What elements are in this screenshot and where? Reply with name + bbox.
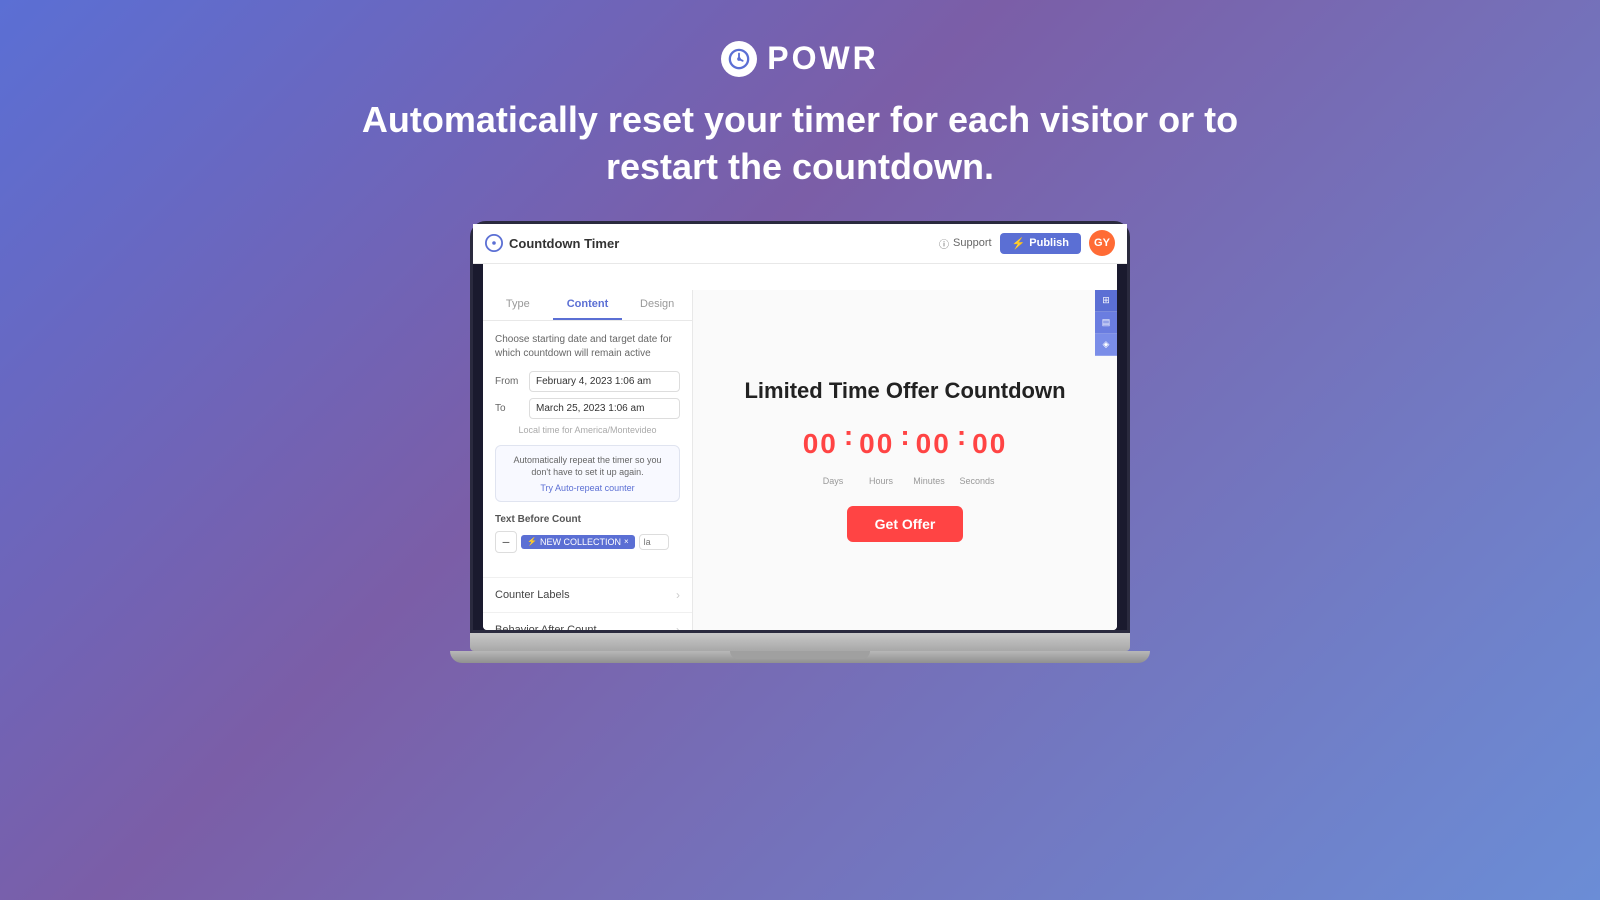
publish-button[interactable]: ⚡ Publish	[1000, 250, 1081, 254]
text-before-label: Text Before Count	[495, 514, 680, 525]
app-topbar-left: Countdown Timer	[485, 250, 619, 253]
panel-content: Choose starting date and target date for…	[483, 321, 692, 577]
days-group: 00	[803, 428, 838, 460]
hours-label: Hours	[857, 476, 905, 486]
collection-tag: ⚡ NEW COLLECTION ×	[521, 535, 635, 549]
countdown-preview: Limited Time Offer Countdown 00 : 00 :	[724, 358, 1085, 562]
behavior-after-count-row[interactable]: Behavior After Count ›	[483, 612, 692, 630]
counter-labels-chevron: ›	[676, 588, 680, 602]
behavior-after-chevron: ›	[676, 623, 680, 630]
tab-design[interactable]: Design	[622, 290, 692, 320]
seconds-label: Seconds	[953, 476, 1001, 486]
tab-content[interactable]: Content	[553, 290, 623, 320]
laptop-screen-outer: Countdown Timer ⓘ Support ⚡ Publish GY	[470, 221, 1130, 633]
sep-2: :	[900, 420, 909, 452]
app-title: Countdown Timer	[509, 250, 619, 251]
user-avatar[interactable]: GY	[1089, 250, 1115, 257]
hours-group: 00	[859, 428, 894, 460]
counter-labels-row[interactable]: Counter Labels ›	[483, 577, 692, 612]
tagline: Automatically reset your timer for each …	[362, 97, 1238, 191]
days-label: Days	[809, 476, 857, 486]
app-logo-icon	[485, 250, 503, 253]
laptop-bottom	[450, 651, 1150, 663]
brand-icon	[721, 41, 757, 77]
timezone-label: Local time for America/Montevideo	[495, 425, 680, 435]
auto-repeat-link[interactable]: Try Auto-repeat counter	[504, 483, 671, 493]
minutes-value: 00	[916, 428, 951, 459]
sep-3: :	[957, 420, 966, 452]
support-button[interactable]: ⓘ Support	[939, 250, 992, 251]
seconds-group: 00	[972, 428, 1007, 460]
right-icon-3[interactable]: ◈	[1095, 334, 1117, 356]
counter-labels-label: Counter Labels	[495, 589, 570, 601]
text-before-input-row: − ⚡ NEW COLLECTION ×	[495, 531, 680, 553]
from-label: From	[495, 376, 523, 387]
laptop-base	[470, 633, 1130, 651]
brand-container: POWR	[721, 40, 879, 77]
tagline-line1: Automatically reset your timer for each …	[362, 99, 1238, 140]
seconds-value: 00	[972, 428, 1007, 459]
laptop-stand	[730, 651, 870, 659]
to-label: To	[495, 403, 523, 414]
get-offer-button[interactable]: Get Offer	[847, 506, 964, 542]
brand-name: POWR	[767, 40, 879, 77]
auto-repeat-box: Automatically repeat the timer so you do…	[495, 445, 680, 502]
auto-repeat-text: Automatically repeat the timer so you do…	[504, 454, 671, 479]
right-sidebar-icons: ⊞ ▤ ◈	[1095, 290, 1117, 356]
right-icon-2[interactable]: ▤	[1095, 312, 1117, 334]
from-date-field: From	[495, 371, 680, 392]
left-panel: Type Content Design Choose starting date…	[483, 290, 693, 630]
app-topbar-right: ⓘ Support ⚡ Publish GY	[939, 250, 1115, 257]
app-topbar: Countdown Timer ⓘ Support ⚡ Publish GY	[483, 250, 1117, 264]
sep-1: :	[844, 420, 853, 452]
tab-type[interactable]: Type	[483, 290, 553, 320]
from-date-input[interactable]	[529, 371, 680, 392]
minutes-group: 00	[916, 428, 951, 460]
page-header: POWR Automatically reset your timer for …	[362, 40, 1238, 191]
collection-tag-close[interactable]: ×	[624, 537, 629, 546]
to-date-field: To	[495, 398, 680, 419]
right-icon-1[interactable]: ⊞	[1095, 290, 1117, 312]
tabs-row: Type Content Design	[483, 290, 692, 321]
app-layout: Type Content Design Choose starting date…	[483, 290, 1117, 630]
days-value: 00	[803, 428, 838, 459]
hours-value: 00	[859, 428, 894, 459]
behavior-after-count-label: Behavior After Count	[495, 624, 597, 630]
countdown-title: Limited Time Offer Countdown	[744, 378, 1065, 404]
countdown-digits: 00 : 00 : 00 : 00	[744, 420, 1065, 468]
laptop-screen-inner: Countdown Timer ⓘ Support ⚡ Publish GY	[483, 250, 1117, 630]
text-minus-button[interactable]: −	[495, 531, 517, 553]
date-description: Choose starting date and target date for…	[495, 333, 680, 361]
laptop-wrapper: Countdown Timer ⓘ Support ⚡ Publish GY	[470, 221, 1130, 663]
minutes-label: Minutes	[905, 476, 953, 486]
to-date-input[interactable]	[529, 398, 680, 419]
text-before-extra-input[interactable]	[639, 534, 669, 550]
right-panel: ⊞ ▤ ◈ Limited Time Offer Countdown 00 :	[693, 290, 1117, 630]
digit-labels: Days Hours Minutes Seconds	[744, 476, 1065, 486]
tagline-line2: restart the countdown.	[606, 146, 994, 187]
